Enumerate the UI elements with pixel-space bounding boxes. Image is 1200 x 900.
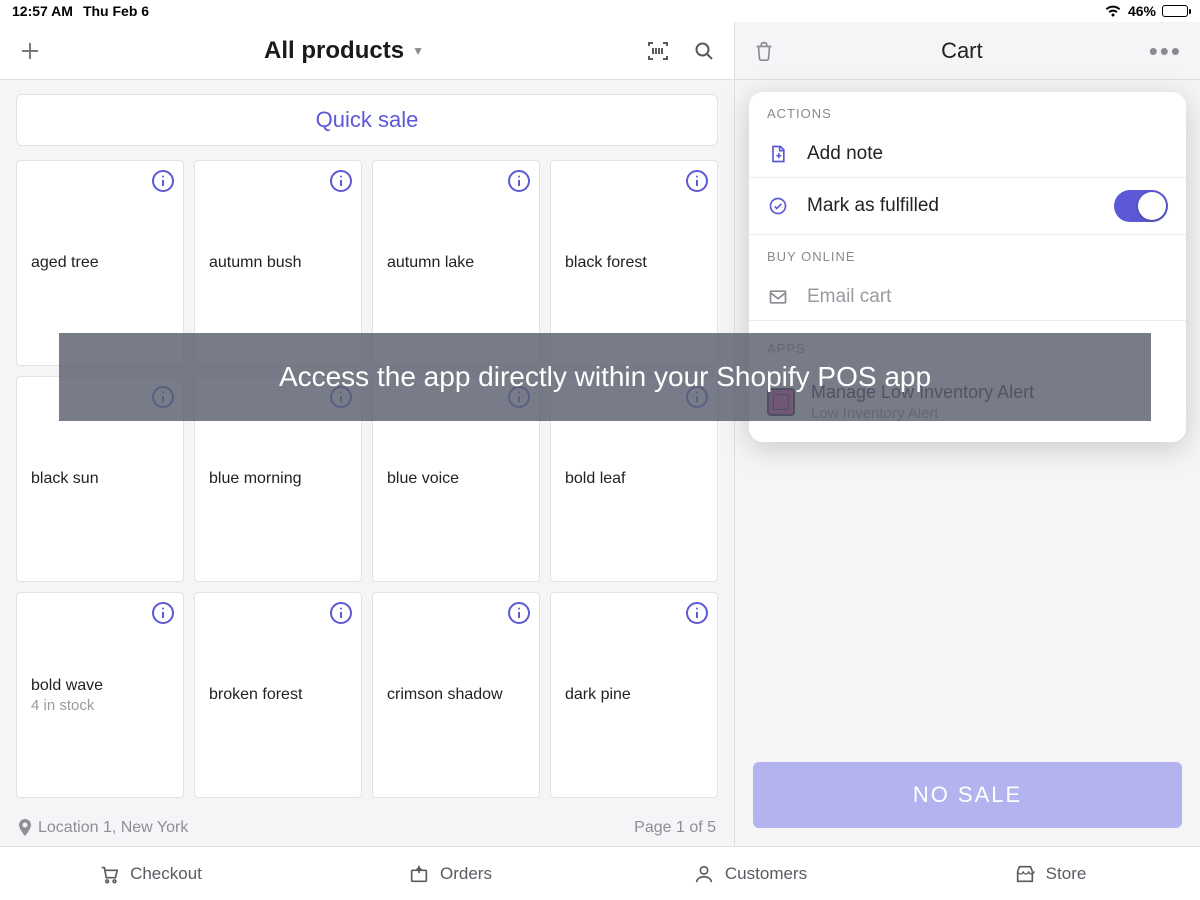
cart-header: Cart ••• xyxy=(735,22,1200,80)
page-indicator: Page 1 of 5 xyxy=(634,819,716,837)
info-icon[interactable] xyxy=(685,169,709,193)
overlay-banner-text: Access the app directly within your Shop… xyxy=(279,361,931,393)
add-note-label: Add note xyxy=(807,143,883,165)
cart-title: Cart xyxy=(775,38,1149,64)
location-pin-icon xyxy=(18,819,32,837)
info-icon[interactable] xyxy=(329,601,353,625)
nav-store[interactable]: Store xyxy=(900,863,1200,885)
left-header: All products ▼ xyxy=(0,22,734,80)
email-cart-label: Email cart xyxy=(807,286,891,308)
info-icon[interactable] xyxy=(151,601,175,625)
actions-section-label: ACTIONS xyxy=(749,92,1186,131)
product-stock: 4 in stock xyxy=(31,697,169,714)
no-sale-label: NO SALE xyxy=(913,782,1022,807)
note-add-icon xyxy=(767,144,789,164)
add-note-row[interactable]: Add note xyxy=(749,131,1186,177)
category-title: All products xyxy=(264,37,404,65)
product-name: autumn lake xyxy=(387,254,525,272)
info-icon[interactable] xyxy=(685,601,709,625)
mail-icon xyxy=(767,287,789,307)
search-icon[interactable] xyxy=(692,39,716,63)
nav-orders[interactable]: Orders xyxy=(300,863,600,885)
info-icon[interactable] xyxy=(151,169,175,193)
info-icon[interactable] xyxy=(507,601,531,625)
email-cart-row[interactable]: Email cart xyxy=(749,274,1186,320)
status-time: 12:57 AM xyxy=(12,3,73,19)
product-card[interactable]: broken forest xyxy=(194,592,362,798)
quick-sale-button[interactable]: Quick sale xyxy=(16,94,718,146)
barcode-icon[interactable] xyxy=(646,39,670,63)
add-button[interactable] xyxy=(18,39,42,63)
quick-sale-label: Quick sale xyxy=(316,107,419,133)
wifi-icon xyxy=(1104,4,1122,18)
category-select[interactable]: All products ▼ xyxy=(56,37,632,65)
fulfilled-toggle[interactable] xyxy=(1114,190,1168,222)
status-bar: 12:57 AM Thu Feb 6 46% xyxy=(0,0,1200,22)
product-card[interactable]: bold wave 4 in stock xyxy=(16,592,184,798)
product-name: crimson shadow xyxy=(387,686,525,704)
check-circle-icon xyxy=(767,196,789,216)
info-icon[interactable] xyxy=(329,169,353,193)
product-name: blue morning xyxy=(209,470,347,488)
overlay-banner: Access the app directly within your Shop… xyxy=(59,333,1151,421)
battery-percent: 46% xyxy=(1128,3,1156,19)
product-card[interactable]: crimson shadow xyxy=(372,592,540,798)
products-pane: All products ▼ Quick sale aged xyxy=(0,22,735,846)
buy-online-section-label: BUY ONLINE xyxy=(749,235,1186,274)
nav-customers[interactable]: Customers xyxy=(600,863,900,885)
nav-checkout-label: Checkout xyxy=(130,864,202,884)
mark-fulfilled-label: Mark as fulfilled xyxy=(807,195,939,217)
product-name: dark pine xyxy=(565,686,703,704)
product-name: broken forest xyxy=(209,686,347,704)
status-date: Thu Feb 6 xyxy=(83,3,149,19)
trash-icon[interactable] xyxy=(753,40,775,62)
cart-pane: Cart ••• ACTIONS Add note Mark as fulfil… xyxy=(735,22,1200,846)
location-text: Location 1, New York xyxy=(38,819,188,837)
product-card[interactable]: dark pine xyxy=(550,592,718,798)
product-name: blue voice xyxy=(387,470,525,488)
bottom-nav: Checkout Orders Customers Store xyxy=(0,846,1200,900)
nav-store-label: Store xyxy=(1046,864,1087,884)
product-name: black forest xyxy=(565,254,703,272)
product-name: autumn bush xyxy=(209,254,347,272)
nav-customers-label: Customers xyxy=(725,864,807,884)
nav-checkout[interactable]: Checkout xyxy=(0,863,300,885)
mark-fulfilled-row[interactable]: Mark as fulfilled xyxy=(749,177,1186,234)
chevron-down-icon: ▼ xyxy=(412,44,424,58)
product-name: aged tree xyxy=(31,254,169,272)
nav-orders-label: Orders xyxy=(440,864,492,884)
product-name: bold wave xyxy=(31,677,169,695)
left-footer: Location 1, New York Page 1 of 5 xyxy=(0,810,734,846)
no-sale-button[interactable]: NO SALE xyxy=(753,762,1182,828)
products-grid: aged tree autumn bush autumn lake black … xyxy=(16,160,718,798)
product-name: black sun xyxy=(31,470,169,488)
info-icon[interactable] xyxy=(507,169,531,193)
battery-icon xyxy=(1162,5,1188,17)
product-name: bold leaf xyxy=(565,470,703,488)
